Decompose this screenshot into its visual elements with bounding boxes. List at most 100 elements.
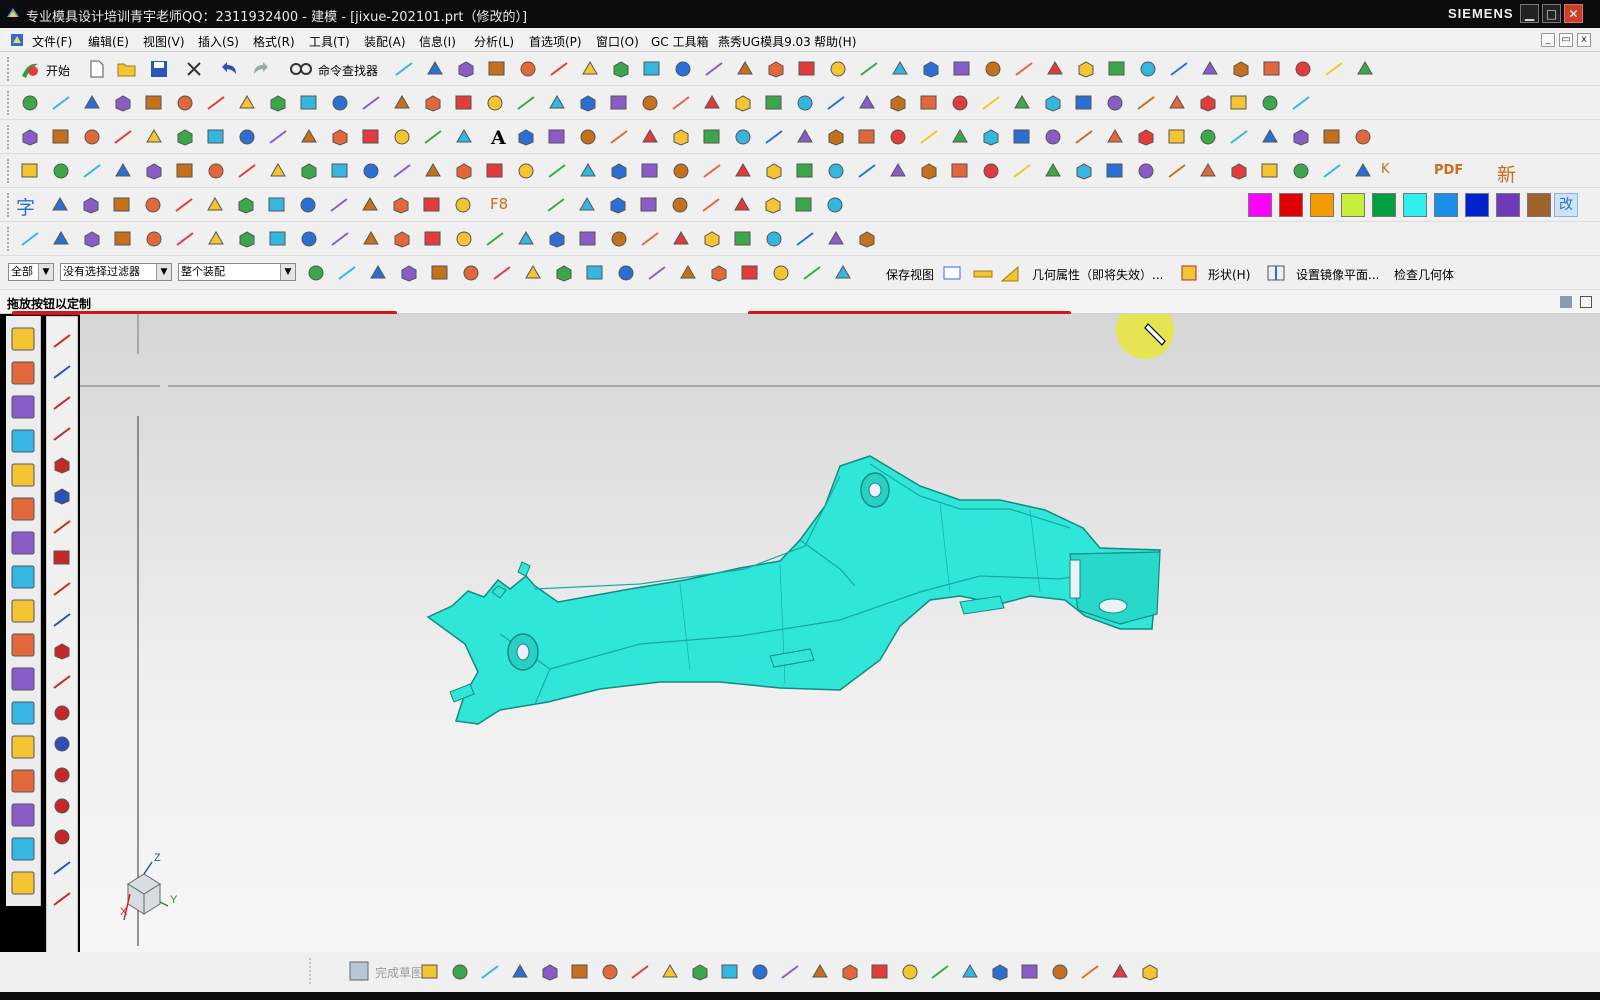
toolbar-tool-icon[interactable] [301,129,317,143]
toolbar-tool-icon[interactable] [268,197,285,212]
resource-tab-icon[interactable] [11,395,35,419]
toolbar-tool-icon[interactable] [953,61,970,76]
toolbar-tool-icon[interactable] [721,964,738,979]
toolbar-tool-icon[interactable] [1076,163,1092,180]
toolbar-tool-icon[interactable] [518,129,534,146]
toolbar-tool-icon[interactable] [641,232,659,246]
cue-toggle-icon[interactable] [1560,296,1572,308]
toolbar-grip[interactable] [7,57,13,81]
nx-menu-icon[interactable] [10,33,24,47]
toolbar-tool-icon[interactable] [54,705,70,721]
assembly-scope-select[interactable]: 整个装配 ▼ [178,263,296,281]
toolbar-tool-icon[interactable] [362,129,379,144]
toolbar-tool-icon[interactable] [331,232,349,246]
new-file-icon[interactable] [88,60,106,78]
toolbar-tool-icon[interactable] [920,130,938,144]
toolbar-tool-icon[interactable] [890,163,906,177]
toolbar-tool-icon[interactable] [571,964,588,979]
menu-information[interactable]: 信息(I) [419,33,456,50]
color-swatch[interactable] [1248,193,1272,217]
toolbar-tool-icon[interactable] [146,129,162,143]
menu-view[interactable]: 视图(V) [143,33,185,50]
toolbar-tool-icon[interactable] [580,163,596,177]
color-swatch[interactable] [1372,193,1396,217]
toolbar-tool-icon[interactable] [1292,96,1310,110]
toolbar-tool-icon[interactable] [1233,61,1249,78]
toolbar-tool-icon[interactable] [983,129,999,146]
toolbar-tool-icon[interactable] [456,231,472,247]
toolbar-tool-icon[interactable] [662,964,678,978]
resource-tab-icon[interactable] [11,429,35,453]
toolbar-tool-icon[interactable] [146,231,162,247]
toolbar-grip[interactable] [7,159,13,183]
resource-tab-icon[interactable] [11,463,35,487]
toolbar-tool-icon[interactable] [1142,964,1158,981]
toolbar-tool-icon[interactable] [300,197,316,213]
toolbar-tool-icon[interactable] [711,265,727,282]
mdi-minimize-icon[interactable]: _ [1541,33,1555,47]
toolbar-tool-icon[interactable] [425,95,441,112]
toolbar-tool-icon[interactable] [673,129,689,146]
toolbar-tool-icon[interactable] [401,265,417,282]
toolbar-tool-icon[interactable] [1021,964,1038,979]
toolbar-tool-icon[interactable] [425,163,441,177]
toolbar-tool-icon[interactable] [983,163,999,179]
toolbar-tool-icon[interactable] [735,129,751,145]
delete-icon[interactable] [186,61,202,77]
toolbar-tool-icon[interactable] [1047,61,1063,75]
toolbar-tool-icon[interactable] [547,198,565,212]
color-swatch[interactable] [1465,193,1489,217]
toolbar-tool-icon[interactable] [84,231,100,248]
toolbar-tool-icon[interactable] [735,163,751,177]
toolbar-tool-icon[interactable] [765,130,783,144]
check-geometry-button[interactable]: 检查几何体 [1394,266,1454,283]
toolbar-tool-icon[interactable] [1325,62,1343,76]
color-swatch[interactable] [1341,193,1365,217]
toolbar-tool-icon[interactable] [53,396,71,410]
toolbar-tool-icon[interactable] [53,550,70,565]
toolbar-tool-icon[interactable] [338,266,356,280]
toolbar-tool-icon[interactable] [239,95,255,109]
toolbar-tool-icon[interactable] [1107,95,1123,111]
toolbar-tool-icon[interactable] [542,964,558,981]
toolbar-tool-icon[interactable] [22,129,38,146]
resource-tab-icon[interactable] [11,769,35,793]
toolbar-tool-icon[interactable] [488,61,505,76]
toolbar-tool-icon[interactable] [1045,95,1061,112]
toolbar-tool-icon[interactable] [610,130,628,144]
toolbar-tool-icon[interactable] [54,798,70,814]
toolbar-tool-icon[interactable] [238,164,256,178]
toolbar-tool-icon[interactable] [752,964,768,980]
toolbar-tool-icon[interactable] [781,965,799,979]
menu-assembly[interactable]: 装配(A) [364,33,406,50]
toolbar-tool-icon[interactable] [796,163,813,178]
color-swatch[interactable] [1403,193,1427,217]
resource-tab-icon[interactable] [11,667,35,691]
curve-toolbar-icons[interactable] [14,120,1600,154]
toolbar-tool-icon[interactable] [1202,61,1218,75]
toolbar-tool-icon[interactable] [768,61,784,78]
toolbar-tool-icon[interactable] [952,95,968,111]
sketch-constraint-icons[interactable] [47,317,77,957]
minimize-button[interactable]: ▁ [1520,4,1539,23]
toolbar-tool-icon[interactable] [1355,129,1371,145]
toolbar-tool-icon[interactable] [21,232,39,246]
toolbar-tool-icon[interactable] [1138,129,1154,146]
toolbar-tool-icon[interactable] [642,95,658,111]
toolbar-tool-icon[interactable] [269,130,287,144]
resource-tab-icon[interactable] [11,735,35,759]
toolbar-tool-icon[interactable] [207,129,224,144]
toolbar-tool-icon[interactable] [797,129,813,143]
toolbar-tool-icon[interactable] [332,95,348,111]
toolbar-tool-icon[interactable] [550,62,568,76]
toolbar-tool-icon[interactable] [21,163,38,178]
toolbar-tool-icon[interactable] [871,964,888,979]
toolbar-tool-icon[interactable] [114,130,132,144]
toolbar-tool-icon[interactable] [207,197,223,211]
toolbar-tool-icon[interactable] [582,61,598,75]
toolbar-tool-icon[interactable] [54,457,70,474]
toolbar-tool-icon[interactable] [985,61,1001,77]
toolbar-tool-icon[interactable] [518,163,534,179]
toolbar-tool-icon[interactable] [641,163,658,178]
maximize-button[interactable]: □ [1542,4,1561,23]
